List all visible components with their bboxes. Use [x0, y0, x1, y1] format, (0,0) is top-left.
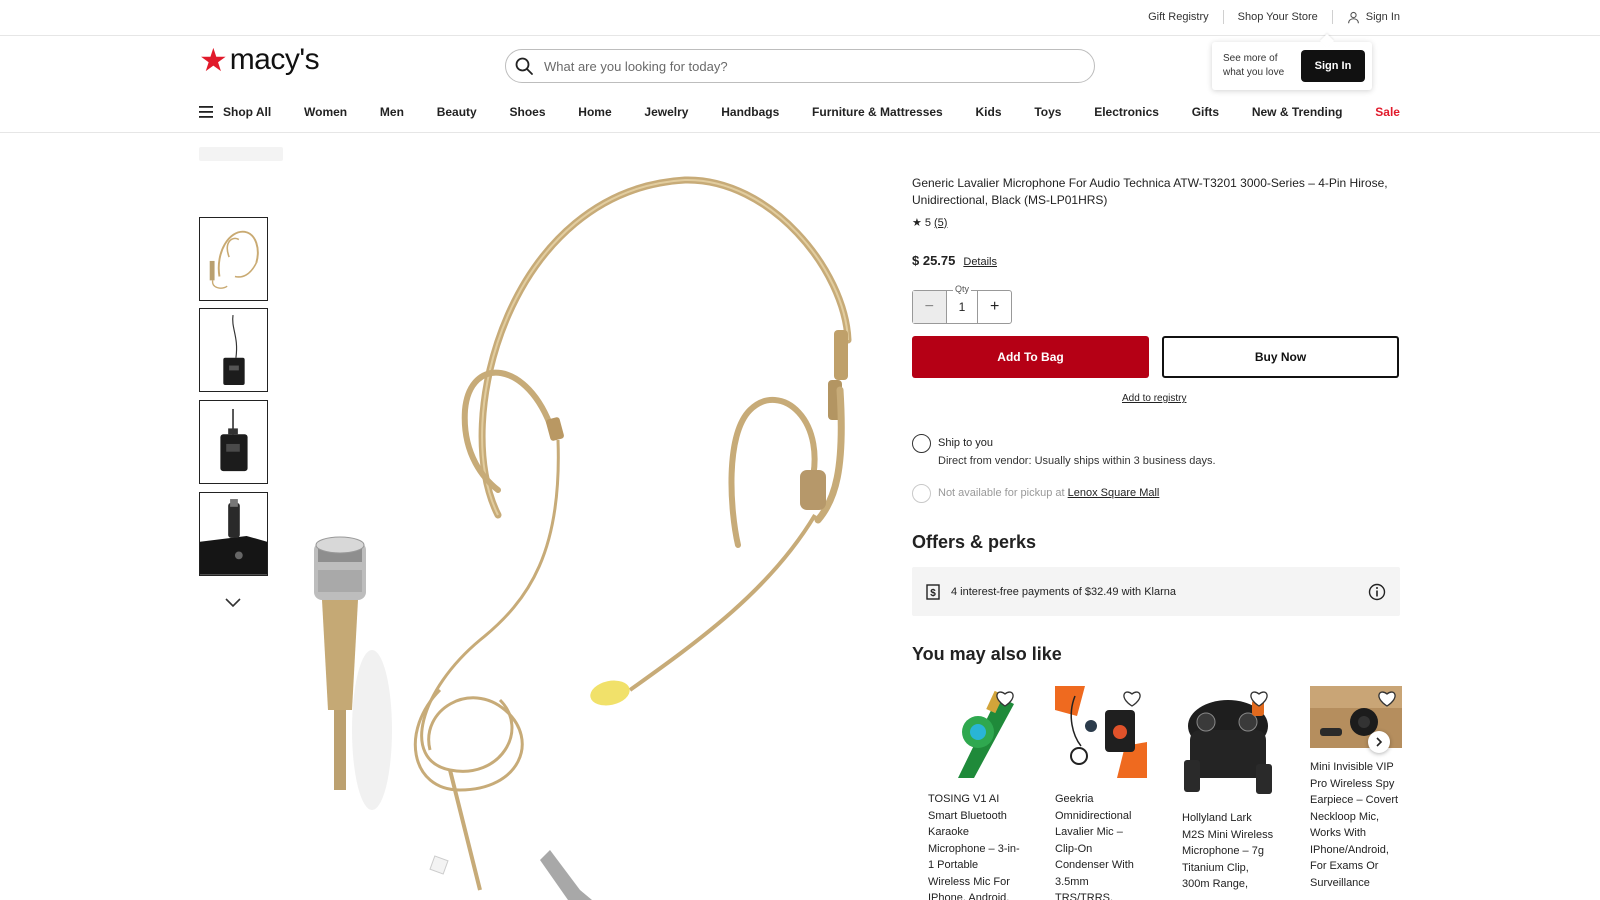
gift-registry-link[interactable]: Gift Registry: [1134, 10, 1224, 24]
nav-item-furniture-mattresses[interactable]: Furniture & Mattresses: [812, 105, 943, 119]
signin-popover-button[interactable]: Sign In: [1301, 50, 1365, 82]
connector-closeup-thumbnail: [200, 493, 267, 575]
thumbnail-1[interactable]: [199, 217, 268, 301]
rating-star-icon: ★: [912, 217, 922, 229]
product-rating[interactable]: ★ 5 (5): [912, 216, 947, 230]
rec-item[interactable]: Hollyland Lark M2S Mini Wireless Microph…: [1182, 686, 1274, 893]
thumbnail-4[interactable]: [199, 492, 268, 576]
qty-decrement-button[interactable]: −: [913, 291, 947, 323]
star-logo-icon: ★: [199, 42, 228, 78]
main-product-image[interactable]: [300, 170, 880, 900]
favorite-heart-icon[interactable]: [995, 690, 1015, 708]
transmitter-pack-thumbnail: [220, 408, 248, 472]
bodypack-transmitter-thumbnail: [223, 314, 245, 385]
rec-item-image[interactable]: [928, 686, 1020, 778]
shop-your-store-link[interactable]: Shop Your Store: [1224, 10, 1333, 24]
signin-popover: See more of what you love Sign In: [1212, 42, 1372, 90]
favorite-heart-icon[interactable]: [1249, 690, 1269, 708]
sign-in-label: Sign In: [1365, 11, 1400, 23]
rec-item-name[interactable]: Hollyland Lark M2S Mini Wireless Microph…: [1182, 810, 1274, 893]
pickup-radio[interactable]: [912, 484, 931, 503]
info-icon[interactable]: [1368, 583, 1386, 601]
product-price: $ 25.75: [912, 253, 956, 268]
ship-detail-text: Direct from vendor: Usually ships within…: [938, 455, 1216, 467]
ship-to-you-label: Ship to you: [938, 437, 994, 449]
headset-mic-thumbnail: [209, 230, 259, 289]
rec-item[interactable]: Geekria Omnidirectional Lavalier Mic – C…: [1055, 686, 1147, 900]
pickup-store-link[interactable]: Lenox Square Mall: [1068, 487, 1160, 499]
qty-label: Qty: [953, 284, 972, 294]
breadcrumb-placeholder: [199, 147, 283, 161]
rec-item-image[interactable]: [1055, 686, 1147, 778]
nav-shop-all[interactable]: Shop All: [199, 105, 271, 119]
rec-item[interactable]: Mini Invisible VIP Pro Wireless Spy Earp…: [1310, 686, 1402, 891]
product-title: Generic Lavalier Microphone For Audio Te…: [912, 176, 1388, 207]
chevron-right-icon: [1376, 737, 1383, 747]
add-to-registry-link[interactable]: Add to registry: [1122, 393, 1186, 404]
add-to-bag-button[interactable]: Add To Bag: [912, 336, 1149, 378]
nav-item-women[interactable]: Women: [304, 105, 347, 119]
favorite-heart-icon[interactable]: [1122, 690, 1142, 708]
macys-logo[interactable]: ★ macy's: [199, 42, 320, 78]
payment-dollar-icon: $: [926, 583, 940, 600]
klarna-text: 4 interest-free payments of $32.49 with …: [951, 585, 1177, 598]
utility-links: Gift Registry Shop Your Store Sign In: [1134, 10, 1400, 24]
rec-item-name[interactable]: TOSING V1 AI Smart Bluetooth Karaoke Mic…: [928, 791, 1020, 900]
search-bar[interactable]: [505, 49, 1095, 83]
main-nav: Shop All Women Men Beauty Shoes Home Jew…: [199, 100, 1400, 124]
klarna-offer: $ 4 interest-free payments of $32.49 wit…: [912, 567, 1400, 616]
nav-item-men[interactable]: Men: [380, 105, 404, 119]
recommendations-heading: You may also like: [912, 644, 1062, 664]
utility-bar: Gift Registry Shop Your Store Sign In: [0, 0, 1600, 36]
review-count-link[interactable]: (5): [934, 217, 947, 229]
nav-item-shoes[interactable]: Shoes: [509, 105, 545, 119]
rec-item-image[interactable]: [1182, 686, 1274, 800]
nav-item-beauty[interactable]: Beauty: [437, 105, 477, 119]
thumbnails-chevron-down-icon[interactable]: [223, 595, 243, 609]
quantity-stepper: Qty − 1 +: [912, 284, 1012, 324]
nav-item-toys[interactable]: Toys: [1034, 105, 1061, 119]
nav-shop-all-label: Shop All: [223, 105, 272, 119]
nav-item-sale[interactable]: Sale: [1375, 105, 1400, 119]
thumbnail-2[interactable]: [199, 308, 268, 392]
nav-item-new-trending[interactable]: New & Trending: [1252, 105, 1343, 119]
buy-now-button[interactable]: Buy Now: [1162, 336, 1399, 378]
nav-divider: [0, 132, 1600, 133]
carousel-next-button[interactable]: [1368, 731, 1390, 753]
search-input[interactable]: [544, 58, 1064, 74]
price-details-link[interactable]: Details: [963, 256, 997, 268]
offers-heading: Offers & perks: [912, 532, 1037, 552]
svg-text:$: $: [930, 588, 936, 599]
logo-wordmark: macy's: [229, 43, 320, 76]
nav-item-gifts[interactable]: Gifts: [1192, 105, 1219, 119]
nav-item-handbags[interactable]: Handbags: [721, 105, 779, 119]
nav-item-jewelry[interactable]: Jewelry: [644, 105, 688, 119]
ship-to-you-radio[interactable]: [912, 434, 931, 453]
rating-value: 5: [924, 216, 931, 229]
pickup-text: Not available for pickup at Lenox Square…: [938, 487, 1159, 499]
pickup-label: Not available for pickup at: [938, 487, 1065, 499]
price-row: $ 25.75 Details: [912, 253, 997, 268]
rec-item[interactable]: TOSING V1 AI Smart Bluetooth Karaoke Mic…: [928, 686, 1020, 900]
search-icon[interactable]: [514, 56, 534, 76]
qty-value[interactable]: 1: [947, 291, 979, 323]
nav-item-kids[interactable]: Kids: [976, 105, 1002, 119]
nav-item-home[interactable]: Home: [578, 105, 611, 119]
thumbnail-3[interactable]: [199, 400, 268, 484]
qty-increment-button[interactable]: +: [978, 291, 1011, 323]
hamburger-menu-icon: [199, 106, 213, 118]
rec-item-name[interactable]: Geekria Omnidirectional Lavalier Mic – C…: [1055, 791, 1147, 900]
nav-item-electronics[interactable]: Electronics: [1094, 105, 1159, 119]
favorite-heart-icon[interactable]: [1377, 690, 1397, 708]
sign-in-link[interactable]: Sign In: [1333, 10, 1400, 24]
rec-item-name[interactable]: Mini Invisible VIP Pro Wireless Spy Earp…: [1310, 759, 1402, 891]
user-icon: [1347, 11, 1359, 23]
signin-popover-text: See more of what you love: [1223, 53, 1285, 78]
